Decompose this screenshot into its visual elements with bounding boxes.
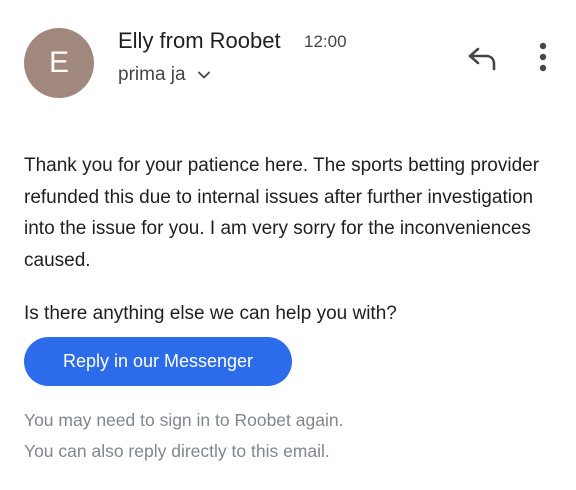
sign-in-note: You may need to sign in to Roobet again. (24, 410, 344, 430)
reply-in-messenger-button[interactable]: Reply in our Messenger (24, 337, 292, 386)
message-body: Thank you for your patience here. The sp… (24, 155, 540, 271)
recipient-details-toggle[interactable]: prima ja (118, 64, 212, 86)
email-header: E Elly from Roobet 12:00 prima ja (0, 0, 576, 110)
sender-name: Elly from Roobet (118, 28, 281, 53)
reply-directly-note: You can also reply directly to this emai… (24, 441, 330, 461)
recipient-name: prima ja (118, 64, 186, 85)
chevron-down-icon (197, 71, 210, 79)
message-question: Is there anything else we can help you w… (24, 303, 397, 324)
sender-avatar[interactable]: E (24, 28, 94, 98)
reply-icon[interactable] (466, 44, 498, 72)
more-vert-icon[interactable] (534, 40, 552, 74)
sent-time: 12:00 (304, 32, 347, 51)
